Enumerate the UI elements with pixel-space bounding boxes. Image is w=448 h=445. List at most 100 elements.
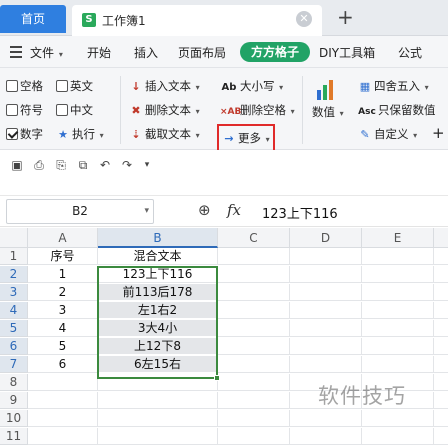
empty-cell[interactable] — [218, 374, 290, 391]
empty-cell[interactable] — [290, 266, 362, 283]
row-header[interactable]: 4 — [0, 302, 28, 319]
column-header-b[interactable]: B — [98, 228, 218, 248]
empty-cell[interactable] — [362, 428, 434, 445]
menu-fangfanggezi[interactable]: 方方格子 — [240, 42, 310, 62]
column-header-d[interactable]: D — [290, 228, 362, 248]
cell-a7[interactable]: 6 — [28, 356, 98, 373]
empty-cell[interactable] — [218, 266, 290, 283]
print-preview-icon[interactable]: ⎙ — [32, 158, 46, 172]
cell-a3[interactable]: 2 — [28, 284, 98, 301]
checkbox-space[interactable] — [6, 80, 18, 92]
empty-cell[interactable] — [290, 338, 362, 355]
save-icon[interactable]: ▣ — [10, 158, 24, 172]
empty-cell[interactable] — [434, 356, 448, 373]
cell-a5[interactable]: 4 — [28, 320, 98, 337]
select-all-corner[interactable] — [0, 228, 28, 248]
close-icon[interactable]: ✕ — [296, 11, 312, 27]
empty-cell[interactable] — [290, 428, 362, 445]
execute-button[interactable]: ★ 执行 ▾ — [56, 126, 104, 144]
empty-cell[interactable] — [218, 392, 290, 409]
empty-cell[interactable] — [434, 392, 448, 409]
row-header[interactable]: 7 — [0, 356, 28, 373]
cell-b1[interactable]: 混合文本 — [98, 248, 218, 265]
empty-cell[interactable] — [362, 338, 434, 355]
option-chinese[interactable]: 中文 — [56, 102, 93, 118]
extract-text-button[interactable]: ⇣ 截取文本 ▾ — [129, 126, 199, 144]
hamburger-icon[interactable] — [10, 46, 22, 58]
cell-a1[interactable]: 序号 — [28, 248, 98, 265]
empty-cell[interactable] — [362, 266, 434, 283]
add-icon[interactable]: + — [432, 125, 445, 141]
print-icon[interactable]: ⎘ — [54, 158, 68, 172]
empty-cell[interactable] — [362, 356, 434, 373]
empty-cell[interactable] — [290, 284, 362, 301]
column-header-e[interactable]: E — [362, 228, 434, 248]
cell-a2[interactable]: 1 — [28, 266, 98, 283]
empty-cell[interactable] — [28, 410, 98, 427]
empty-cell[interactable] — [28, 428, 98, 445]
undo-icon[interactable]: ↶ — [98, 158, 112, 172]
round-button[interactable]: ▦ 四舍五入 ▾ — [358, 78, 429, 96]
empty-cell[interactable] — [98, 392, 218, 409]
menu-start[interactable]: 开始 — [87, 44, 111, 61]
empty-cell[interactable] — [434, 428, 448, 445]
empty-cell[interactable] — [362, 320, 434, 337]
menu-formula[interactable]: 公式 — [398, 44, 422, 61]
zoom-icon[interactable]: ⊕ — [198, 201, 211, 219]
empty-cell[interactable] — [290, 410, 362, 427]
empty-cell[interactable] — [218, 410, 290, 427]
empty-cell[interactable] — [290, 356, 362, 373]
tab-home[interactable]: 首页 — [0, 5, 66, 33]
empty-cell[interactable] — [218, 428, 290, 445]
empty-cell[interactable] — [434, 338, 448, 355]
case-button[interactable]: Ab 大小写 ▾ — [220, 78, 284, 96]
menu-diy-toolbox[interactable]: DIY工具箱 — [319, 44, 375, 61]
cell-a4[interactable]: 3 — [28, 302, 98, 319]
name-box[interactable]: B2 ▾ — [6, 199, 154, 224]
row-header[interactable]: 10 — [0, 410, 28, 427]
checkbox-chinese[interactable] — [56, 104, 68, 116]
row-header[interactable]: 6 — [0, 338, 28, 355]
numeric-button[interactable]: 数值 ▾ — [312, 104, 344, 122]
empty-cell[interactable] — [218, 320, 290, 337]
keep-value-button[interactable]: Asc 只保留数值 — [358, 102, 435, 120]
column-header-c[interactable]: C — [218, 228, 290, 248]
delete-space-button[interactable]: ×AB删除空格 ▾ — [220, 102, 295, 120]
empty-cell[interactable] — [218, 356, 290, 373]
empty-cell[interactable] — [28, 392, 98, 409]
empty-cell[interactable] — [434, 320, 448, 337]
empty-cell[interactable] — [434, 284, 448, 301]
empty-cell[interactable] — [98, 410, 218, 427]
empty-cell[interactable] — [290, 320, 362, 337]
cell-a6[interactable]: 5 — [28, 338, 98, 355]
delete-text-button[interactable]: ✖ 删除文本 ▾ — [129, 102, 199, 120]
redo-icon[interactable]: ↷ — [120, 158, 134, 172]
menu-page-layout[interactable]: 页面布局 — [178, 44, 226, 61]
empty-cell[interactable] — [218, 284, 290, 301]
column-header-f[interactable] — [434, 228, 448, 248]
option-symbol[interactable]: 符号 — [6, 102, 43, 118]
row-header[interactable]: 5 — [0, 320, 28, 337]
insert-text-button[interactable]: ↓ 插入文本 ▾ — [129, 78, 199, 96]
option-number[interactable]: 数字 — [6, 126, 43, 142]
empty-cell[interactable] — [362, 302, 434, 319]
empty-cell[interactable] — [434, 266, 448, 283]
option-english[interactable]: 英文 — [56, 78, 93, 94]
fill-handle[interactable] — [214, 375, 220, 381]
empty-cell[interactable] — [362, 410, 434, 427]
row-header[interactable]: 9 — [0, 392, 28, 409]
formula-input[interactable]: 123上下116 — [262, 203, 338, 222]
empty-cell[interactable] — [290, 248, 362, 265]
empty-cell[interactable] — [434, 410, 448, 427]
menu-insert[interactable]: 插入 — [134, 44, 158, 61]
row-header[interactable]: 11 — [0, 428, 28, 445]
export-icon[interactable]: ⧉ — [76, 158, 90, 172]
checkbox-english[interactable] — [56, 80, 68, 92]
empty-cell[interactable] — [218, 248, 290, 265]
empty-cell[interactable] — [218, 338, 290, 355]
menu-file[interactable]: 文件 ▾ — [30, 44, 63, 61]
row-header[interactable]: 2 — [0, 266, 28, 283]
tab-workbook[interactable]: S 工作簿1 ✕ — [72, 5, 322, 36]
fx-button[interactable]: fx — [227, 201, 241, 219]
checkbox-number[interactable] — [6, 128, 18, 140]
